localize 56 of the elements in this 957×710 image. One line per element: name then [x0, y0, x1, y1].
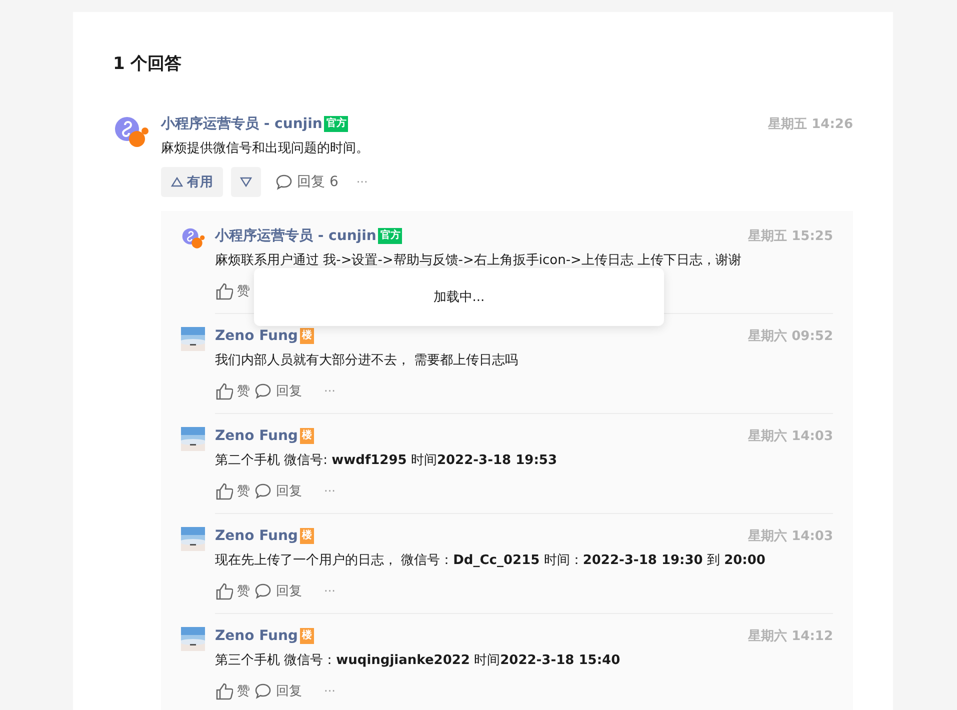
reply-button[interactable]: 回复 — [276, 482, 302, 500]
badge: 官方 — [378, 228, 402, 244]
more-button[interactable]: ··· — [324, 384, 336, 398]
thumbs-up-icon — [215, 382, 233, 400]
author-name[interactable]: Zeno Fung — [215, 428, 298, 444]
more-button[interactable]: ··· — [324, 684, 336, 698]
answers-count: 1 个回答 — [113, 53, 183, 75]
triangle-down-icon — [240, 176, 252, 188]
timestamp: 星期五 15:25 — [748, 228, 833, 245]
timestamp: 星期五 14:26 — [768, 116, 853, 133]
like-button[interactable]: 赞 — [237, 382, 250, 400]
reply-button[interactable]: 回复 — [276, 682, 302, 700]
like-button[interactable]: 赞 — [237, 582, 250, 600]
loading-toast: 加载中... — [254, 268, 664, 326]
like-button[interactable]: 赞 — [237, 482, 250, 500]
answer-text: 麻烦提供微信号和出现问题的时间。 — [161, 140, 370, 157]
comment-icon — [254, 682, 272, 700]
mini-program-avatar-icon — [181, 227, 205, 251]
comment-icon — [254, 482, 272, 500]
reply-button[interactable]: 回复 — [276, 582, 302, 600]
reply-text: 第三个手机 微信号：wuqingjianke2022 时间2022-3-18 15:40 — [215, 652, 622, 669]
comment-icon — [254, 582, 272, 600]
triangle-up-icon — [171, 176, 183, 188]
more-button[interactable]: ··· — [324, 484, 336, 498]
more-button[interactable]: ··· — [324, 584, 336, 598]
like-button[interactable]: 赞 — [237, 282, 250, 300]
more-button[interactable]: ··· — [356, 175, 368, 189]
author-name[interactable]: Zeno Fung — [215, 628, 298, 644]
thumbs-up-icon — [215, 282, 233, 300]
timestamp: 星期六 14:03 — [748, 528, 833, 545]
timestamp: 星期六 14:03 — [748, 428, 833, 445]
reply-text: 第二个手机 微信号: wwdf1295 时间2022-3-18 19:53 — [215, 452, 558, 469]
like-button[interactable]: 赞 — [237, 682, 250, 700]
author-name[interactable]: 小程序运营专员 - cunjin — [215, 227, 376, 245]
thumbs-up-icon — [215, 482, 233, 500]
thumbs-up-icon — [215, 582, 233, 600]
author-name[interactable]: Zeno Fung — [215, 328, 298, 344]
badge: 楼 — [300, 528, 314, 544]
reply-text: 现在先上传了一个用户的日志， 微信号：Dd_Cc_0215 时间：2022-3-18 19:30 到 20:00 — [215, 552, 766, 569]
timestamp: 星期六 14:12 — [748, 628, 833, 645]
badge: 楼 — [300, 428, 314, 444]
comment-icon — [254, 382, 272, 400]
author-name[interactable]: Zeno Fung — [215, 528, 298, 544]
thumbs-up-icon — [215, 682, 233, 700]
downvote-button[interactable] — [231, 167, 261, 197]
reply-button[interactable]: 回复 — [276, 382, 302, 400]
useful-button[interactable]: 有用 — [161, 167, 223, 197]
reply-text: 我们内部人员就有大部分进不去， 需要都上传日志吗 — [215, 352, 520, 369]
reply-text: 麻烦联系用户通过 我->设置->帮助与反馈->右上角扳手icon->上传日志 上传下日志，谢谢 — [215, 252, 743, 269]
timestamp: 星期六 09:52 — [748, 328, 833, 345]
comment-icon — [275, 173, 293, 191]
badge: 楼 — [300, 328, 314, 344]
author-name[interactable]: 小程序运营专员 - cunjin — [161, 115, 322, 133]
badge: 楼 — [300, 628, 314, 644]
reply-count-link[interactable]: 回复 6 — [297, 173, 338, 191]
badge: 官方 — [324, 116, 348, 132]
